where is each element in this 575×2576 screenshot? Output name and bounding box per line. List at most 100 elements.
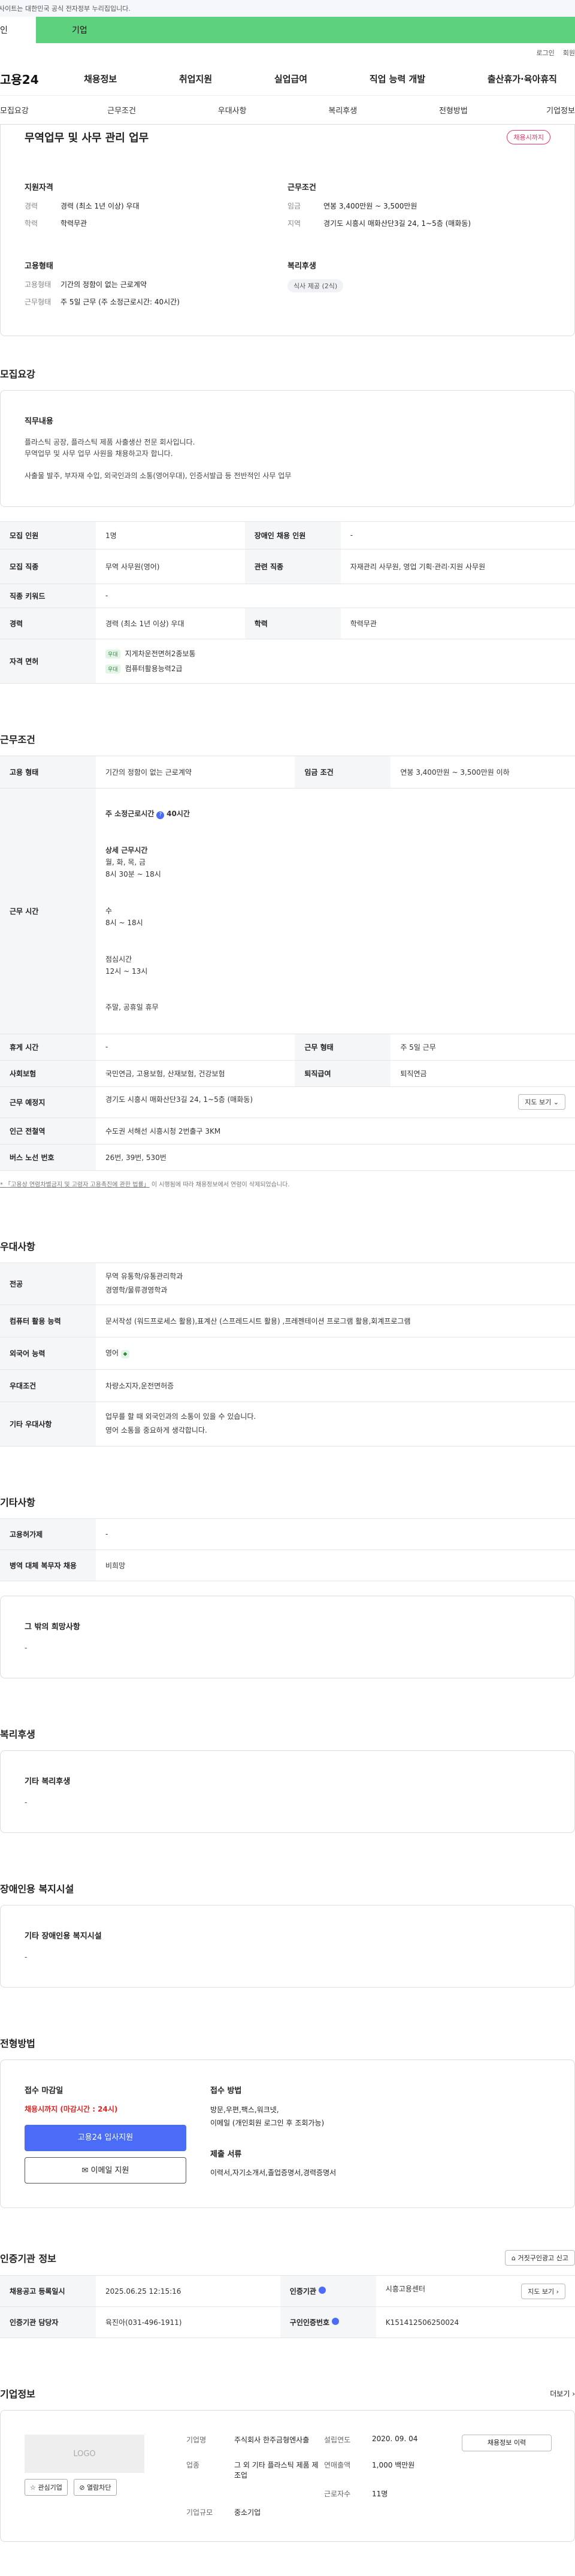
kv-value: 경력 (최소 1년 이상) 우대	[60, 202, 140, 210]
job-title-row: 무역업무 및 사무 관리 업무 채용시까지	[25, 129, 550, 145]
subnav-item[interactable]: 우대사항	[177, 104, 288, 116]
etc-table: 고용허가제 - 병역 대체 복무자 채용 비희망	[0, 1518, 575, 1581]
hope-value: -	[25, 1643, 28, 1652]
work-place-value: 경기도 시흥시 매화산단3길 24, 1~5층 (매화동)	[105, 1095, 253, 1104]
kv-key: 임금	[288, 202, 301, 210]
cell-value: 수도권 서해선 시흥시청 2번출구 3KM	[96, 1117, 575, 1144]
cell-value: 업무를 할 때 외국인과의 소통이 있을 수 있습니다. 영어 소통을 중요하게 …	[96, 1401, 575, 1446]
company-info-grid: 기업명 주식회사 한주금형엔사출 설립연도 2020. 09. 04 채용정보 …	[144, 2435, 552, 2517]
kv-key: 근무형태	[25, 298, 52, 306]
chevron-right-icon: ›	[556, 2287, 559, 2296]
level-icon: ◆	[120, 1350, 129, 1359]
apply-online-button[interactable]: 고용24 입사지원	[25, 2125, 186, 2152]
gnb-item[interactable]: 출산휴가·육아휴직	[476, 73, 569, 85]
cell-key: 외국어 능력	[0, 1336, 96, 1370]
cell-value: -	[96, 1518, 575, 1550]
subnav-item[interactable]: 전형방법	[398, 104, 509, 116]
cell-key: 장애인 채용 인원	[244, 521, 341, 549]
license-item: 컴퓨터활용능력2급	[125, 665, 183, 674]
utility-bar: 로그인 회원	[0, 43, 575, 62]
subnav-item[interactable]: 모집요강	[0, 104, 66, 116]
cell-value: 연봉 3,400만원 ~ 3,500만원 이하	[391, 755, 575, 789]
cert-map-button[interactable]: 지도 보기 ›	[521, 2283, 565, 2299]
license-item: 지게차운전면허2종보통	[125, 650, 196, 659]
cell-key: 모집 인원	[0, 521, 96, 549]
gnb-item[interactable]: 취업지원	[167, 73, 224, 85]
deadline-title: 접수 마감일	[25, 2086, 63, 2096]
welfare-box-value: -	[25, 1798, 28, 1807]
welfare-title: 복리후생	[288, 262, 316, 271]
kv-value: 학력무관	[60, 219, 87, 228]
favorite-company-button[interactable]: ☆ 관심기업	[25, 2479, 68, 2496]
cell-key: 임금 조건	[295, 755, 391, 789]
emp-title: 고용형태	[25, 262, 53, 271]
gnb-item[interactable]: 채용정보	[72, 73, 129, 85]
cell-value: 2025.06.25 12:15:16	[96, 2275, 280, 2308]
cell-key: 컴퓨터 활용 능력	[0, 1304, 96, 1337]
cell-value: -	[340, 521, 575, 549]
map-view-button[interactable]: 지도 보기 ⌄	[518, 1094, 565, 1110]
law-link[interactable]: * 「고용상 연령차별금지 및 고령자 고용촉진에 관한 법률」	[0, 1182, 150, 1188]
chevron-right-icon: ›	[572, 2389, 575, 2398]
user-type-tabs: 인 기업	[0, 17, 575, 43]
job-summary-card: 무역업무 및 사무 관리 업무 채용시까지 지원자격 경력 경력 (최소 1년 이…	[0, 125, 575, 336]
kv-key: 지역	[288, 219, 301, 228]
cell-key: 인증기관 담당자	[0, 2306, 96, 2339]
report-fake-ad-button[interactable]: ⌂ 거짓구인광고 신고	[505, 2250, 575, 2266]
cell-key: 근무 예정지	[0, 1086, 96, 1118]
detail-hours-line: 8시 ~ 18시	[105, 919, 143, 928]
company-key: 업종	[186, 2461, 200, 2470]
cell-key: 버스 노선 번호	[0, 1143, 96, 1171]
global-nav: 고용24 채용정보 취업지원 실업급여 직업 능력 개발 출산휴가·육아휴직	[0, 62, 575, 96]
section-title-etc: 기타사항	[0, 1496, 35, 1508]
gnb-item[interactable]: 직업 능력 개발	[358, 73, 437, 85]
info-icon[interactable]	[319, 2287, 326, 2294]
qual-title: 지원자격	[25, 183, 53, 192]
login-link[interactable]: 로그인	[536, 48, 554, 58]
gnb-item[interactable]: 실업급여	[262, 73, 319, 85]
cell-value: 경력 (최소 1년 이상) 우대	[96, 607, 245, 639]
signup-link[interactable]: 회원	[563, 48, 575, 58]
kv-key: 고용형태	[25, 280, 52, 289]
work-time-cell: 주 소정근로시간 ? 40시간 상세 근무시간 월, 화, 목, 금 8시 30…	[96, 787, 575, 1034]
section-title-welfare: 복리후생	[0, 1728, 35, 1740]
subnav-item[interactable]: 복리후생	[288, 104, 398, 116]
cell-value: 주 5일 근무	[391, 1033, 575, 1061]
cell-value: K151412506250024	[376, 2306, 575, 2339]
site-logo[interactable]: 고용24	[0, 70, 72, 87]
tab-company[interactable]: 기업	[36, 17, 575, 43]
info-icon[interactable]	[332, 2318, 340, 2326]
block-icon: ⊘	[79, 2484, 85, 2492]
company-more-link[interactable]: 더보기 ›	[550, 2388, 575, 2399]
cell-value: 비희망	[96, 1549, 575, 1581]
license-cell: 우대 지게차운전면허2종보통 우대 컴퓨터활용능력2급	[96, 638, 575, 684]
company-key: 기업규모	[186, 2508, 213, 2517]
apply-email-button[interactable]: ✉ 이메일 지원	[25, 2157, 186, 2184]
subnav-item[interactable]: 기업정보	[509, 104, 575, 116]
cell-key: 사회보험	[0, 1059, 96, 1087]
info-icon[interactable]: ?	[156, 811, 165, 820]
cond-title: 근무조건	[288, 183, 316, 192]
weekly-hours-value: 40시간	[167, 810, 190, 819]
welfare-chip: 식사 제공 (2식)	[288, 279, 344, 292]
block-company-button[interactable]: ⊘ 열람차단	[74, 2479, 117, 2496]
tab-individual[interactable]: 인	[0, 17, 36, 43]
kv-value: 기간의 정함이 없는 근로계약	[60, 280, 147, 289]
welfare-box-title: 기타 복리후생	[25, 1777, 71, 1786]
recruit-table: 모집 인원 1명 장애인 채용 인원 - 모집 직종 무역 사무원(영어) 관련 직종 자재…	[0, 521, 575, 684]
duty-box: 직무내용 플라스틱 공장, 플라스틱 제품 사출생산 전문 회사입니다. 무역업…	[0, 390, 575, 507]
cell-value: 자재관리 사무원, 영업 기획·관리·지원 사무원	[340, 548, 575, 584]
kv-value: 주 5일 근무 (주 소정근로시간: 40시간)	[60, 298, 180, 306]
company-box: LOGO ☆ 관심기업 ⊘ 열람차단 기업명 주식회사 한주금형엔사출 설립연도…	[0, 2410, 575, 2542]
cert-table: 채용공고 등록일시 2025.06.25 12:15:16 인증기관 시흥고용센터…	[0, 2275, 575, 2339]
section-title-disabled: 장애인용 복지시설	[0, 1883, 74, 1895]
subnav-item[interactable]: 근무조건	[66, 104, 177, 116]
pref-badge: 우대	[105, 665, 120, 674]
company-value: 그 외 기타 플라스틱 제품 제조업	[234, 2461, 319, 2480]
hiring-history-button[interactable]: 채용정보 이력	[462, 2435, 552, 2452]
cell-value: 26번, 39번, 530번	[96, 1143, 575, 1171]
duty-line: 사출물 발주, 부자재 수입, 외국인과의 소통(영어우대), 인증서발급 등 …	[25, 472, 292, 481]
detail-hours-line: 8시 30분 ~ 18시	[105, 870, 161, 879]
duty-line: 플라스틱 공장, 플라스틱 제품 사출생산 전문 회사입니다.	[25, 438, 195, 446]
deadline-value: 채용시까지 (마감시간 : 24시)	[25, 2105, 118, 2114]
